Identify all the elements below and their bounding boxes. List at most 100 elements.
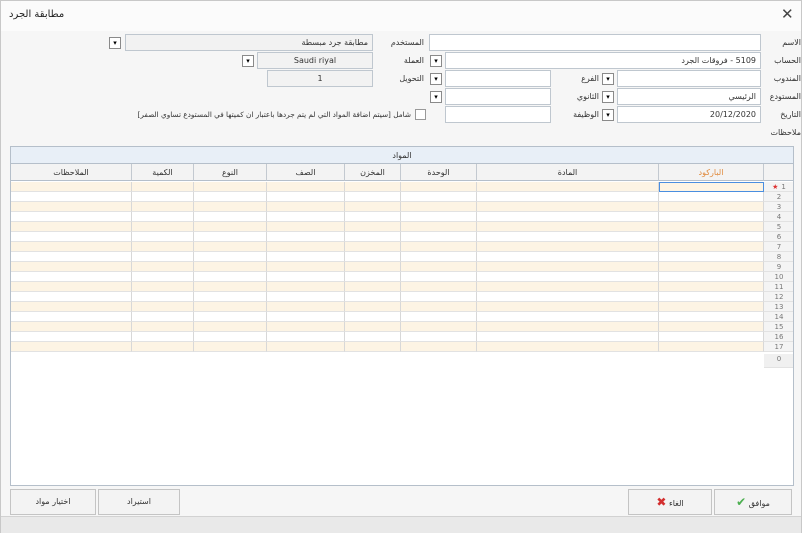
grid-cell[interactable] — [477, 182, 659, 192]
grid-cell[interactable] — [659, 342, 764, 352]
used-dropdown-icon[interactable]: ▾ — [109, 37, 121, 49]
grid-cell[interactable] — [11, 262, 132, 272]
grid-cell[interactable] — [132, 212, 194, 222]
grid-cell[interactable] — [132, 262, 194, 272]
grid-cell[interactable] — [345, 252, 401, 262]
import-button[interactable]: استيراد — [98, 489, 180, 515]
grid-cell[interactable] — [132, 192, 194, 202]
grid-cell[interactable] — [132, 332, 194, 342]
grid-cell[interactable] — [194, 322, 267, 332]
grid-cell[interactable] — [345, 282, 401, 292]
grid-cell[interactable] — [659, 272, 764, 282]
col-barcode[interactable]: الباركود — [659, 164, 764, 181]
used-select[interactable]: مطابقة جرد مبسطة — [125, 34, 373, 51]
secondary-select[interactable] — [445, 88, 551, 105]
grid-cell[interactable] — [267, 332, 345, 342]
grid-cell[interactable] — [132, 272, 194, 282]
grid-cell[interactable] — [659, 232, 764, 242]
grid-cell[interactable] — [132, 312, 194, 322]
grid-cell[interactable] — [477, 262, 659, 272]
grid-cell[interactable] — [194, 252, 267, 262]
grid-cell[interactable] — [132, 182, 194, 192]
grid-cell[interactable] — [401, 182, 477, 192]
grid-cell[interactable] — [194, 282, 267, 292]
grid-cell[interactable] — [477, 322, 659, 332]
grid-cell[interactable] — [267, 282, 345, 292]
grid-cell[interactable] — [401, 302, 477, 312]
grid-cell[interactable] — [194, 292, 267, 302]
grid-cell[interactable] — [194, 332, 267, 342]
grid-cell[interactable] — [477, 192, 659, 202]
row-number[interactable]: 14 — [764, 312, 793, 322]
warehouse-select[interactable]: الرئيسي — [617, 88, 761, 105]
notes-input[interactable] — [10, 124, 761, 141]
grid-cell[interactable] — [11, 322, 132, 332]
grid-cell[interactable] — [401, 242, 477, 252]
grid-cell[interactable] — [401, 292, 477, 302]
grid-cell[interactable] — [11, 302, 132, 312]
grid-cell[interactable] — [194, 242, 267, 252]
grid-cell[interactable] — [659, 292, 764, 302]
grid-cell[interactable] — [659, 222, 764, 232]
grid-cell[interactable] — [11, 332, 132, 342]
delegate-input[interactable] — [617, 70, 761, 87]
grid-cell[interactable] — [345, 202, 401, 212]
grid-cell[interactable] — [11, 232, 132, 242]
grid-cell[interactable] — [267, 212, 345, 222]
grid-cell[interactable] — [477, 272, 659, 282]
grid-cell[interactable] — [11, 192, 132, 202]
grid-cell[interactable] — [194, 342, 267, 352]
grid-cell[interactable] — [132, 252, 194, 262]
account-select[interactable]: 5109 - فروقات الجرد — [445, 52, 761, 69]
col-qty[interactable]: الكمية — [132, 164, 194, 181]
grid-cell[interactable] — [401, 282, 477, 292]
grid-cell[interactable] — [11, 312, 132, 322]
grid-cell[interactable] — [401, 332, 477, 342]
grid-cell[interactable] — [11, 202, 132, 212]
grid-cell[interactable] — [345, 332, 401, 342]
grid-cell[interactable] — [477, 202, 659, 212]
grid-cell[interactable] — [345, 272, 401, 282]
grid-cell[interactable] — [477, 252, 659, 262]
grid-cell[interactable] — [401, 322, 477, 332]
grid-cell[interactable] — [477, 342, 659, 352]
grid-cell[interactable] — [11, 212, 132, 222]
row-number[interactable]: 7 — [764, 242, 793, 252]
grid-cell[interactable] — [132, 232, 194, 242]
grid-cell[interactable] — [267, 342, 345, 352]
grid-cell[interactable] — [345, 212, 401, 222]
grid-cell[interactable] — [345, 192, 401, 202]
grid-cell[interactable] — [345, 302, 401, 312]
grid-cell[interactable] — [267, 272, 345, 282]
grid-cell[interactable] — [477, 232, 659, 242]
date-input[interactable]: 20/12/2020 — [617, 106, 761, 123]
grid-cell[interactable] — [477, 212, 659, 222]
grid-cell[interactable] — [401, 232, 477, 242]
col-type[interactable]: النوع — [194, 164, 267, 181]
grid-cell[interactable] — [345, 292, 401, 302]
currency-select[interactable]: Saudi riyal — [257, 52, 373, 69]
grid-cell[interactable] — [267, 262, 345, 272]
row-number[interactable]: 12 — [764, 292, 793, 302]
grid-cell[interactable] — [267, 292, 345, 302]
grid-cell[interactable] — [401, 212, 477, 222]
grid-cell[interactable] — [267, 232, 345, 242]
grid-cell[interactable] — [477, 312, 659, 322]
grid-cell[interactable] — [345, 322, 401, 332]
grid-cell[interactable] — [659, 302, 764, 312]
grid-cell[interactable] — [267, 312, 345, 322]
grid-cell[interactable] — [11, 242, 132, 252]
grid-cell[interactable] — [401, 252, 477, 262]
grid-cell[interactable] — [659, 322, 764, 332]
row-number[interactable]: 4 — [764, 212, 793, 222]
grid-cell[interactable] — [659, 312, 764, 322]
grid-cell[interactable] — [194, 182, 267, 192]
grid-cell[interactable] — [659, 252, 764, 262]
row-number[interactable]: 2 — [764, 192, 793, 202]
grid-cell[interactable] — [267, 302, 345, 312]
row-number[interactable]: 16 — [764, 332, 793, 342]
grid-cell[interactable] — [659, 212, 764, 222]
grid-cell[interactable] — [267, 242, 345, 252]
close-icon[interactable]: ✕ — [781, 7, 794, 22]
col-notes[interactable]: الملاحظات — [11, 164, 132, 181]
